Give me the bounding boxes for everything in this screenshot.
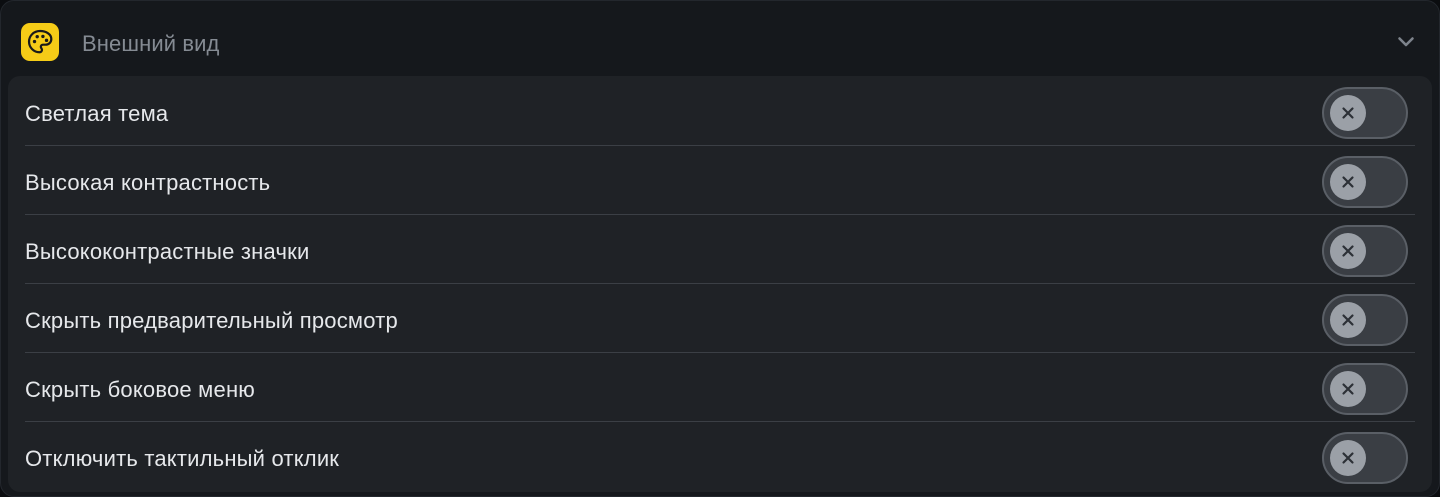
x-icon xyxy=(1342,314,1354,326)
hide-sidebar-toggle[interactable] xyxy=(1322,363,1408,415)
toggle-knob xyxy=(1330,440,1366,476)
toggle-knob xyxy=(1330,302,1366,338)
high-contrast-icons-toggle[interactable] xyxy=(1322,225,1408,277)
x-icon xyxy=(1342,383,1354,395)
x-icon xyxy=(1342,245,1354,257)
setting-row-hide-sidebar: Скрыть боковое меню xyxy=(8,353,1432,422)
setting-label: Высокая контрастность xyxy=(25,170,271,195)
setting-row-high-contrast-icons: Высококонтрастные значки xyxy=(8,215,1432,284)
setting-label: Светлая тема xyxy=(25,101,169,126)
hide-preview-toggle[interactable] xyxy=(1322,294,1408,346)
setting-row-disable-haptics: Отключить тактильный отклик xyxy=(8,422,1432,491)
x-icon xyxy=(1342,176,1354,188)
disable-haptics-toggle[interactable] xyxy=(1322,432,1408,484)
setting-label: Скрыть боковое меню xyxy=(25,377,255,402)
palette-icon xyxy=(21,23,59,61)
setting-row-high-contrast: Высокая контрастность xyxy=(8,146,1432,215)
section-header[interactable]: Внешний вид xyxy=(1,1,1439,81)
toggle-knob xyxy=(1330,371,1366,407)
x-icon xyxy=(1342,452,1354,464)
appearance-section: Внешний вид Светлая тема Высокая контрас… xyxy=(0,0,1440,497)
x-icon xyxy=(1342,107,1354,119)
high-contrast-toggle[interactable] xyxy=(1322,156,1408,208)
toggle-knob xyxy=(1330,164,1366,200)
toggle-knob xyxy=(1330,95,1366,131)
setting-label: Высококонтрастные значки xyxy=(25,239,310,264)
setting-label: Отключить тактильный отклик xyxy=(25,446,340,471)
settings-list: Светлая тема Высокая контрастность Высок… xyxy=(8,76,1432,492)
section-title: Внешний вид xyxy=(82,31,220,56)
setting-row-light-theme: Светлая тема xyxy=(8,77,1432,146)
chevron-down-icon[interactable] xyxy=(1397,34,1415,50)
toggle-knob xyxy=(1330,233,1366,269)
setting-row-hide-preview: Скрыть предварительный просмотр xyxy=(8,284,1432,353)
setting-label: Скрыть предварительный просмотр xyxy=(25,308,398,333)
light-theme-toggle[interactable] xyxy=(1322,87,1408,139)
